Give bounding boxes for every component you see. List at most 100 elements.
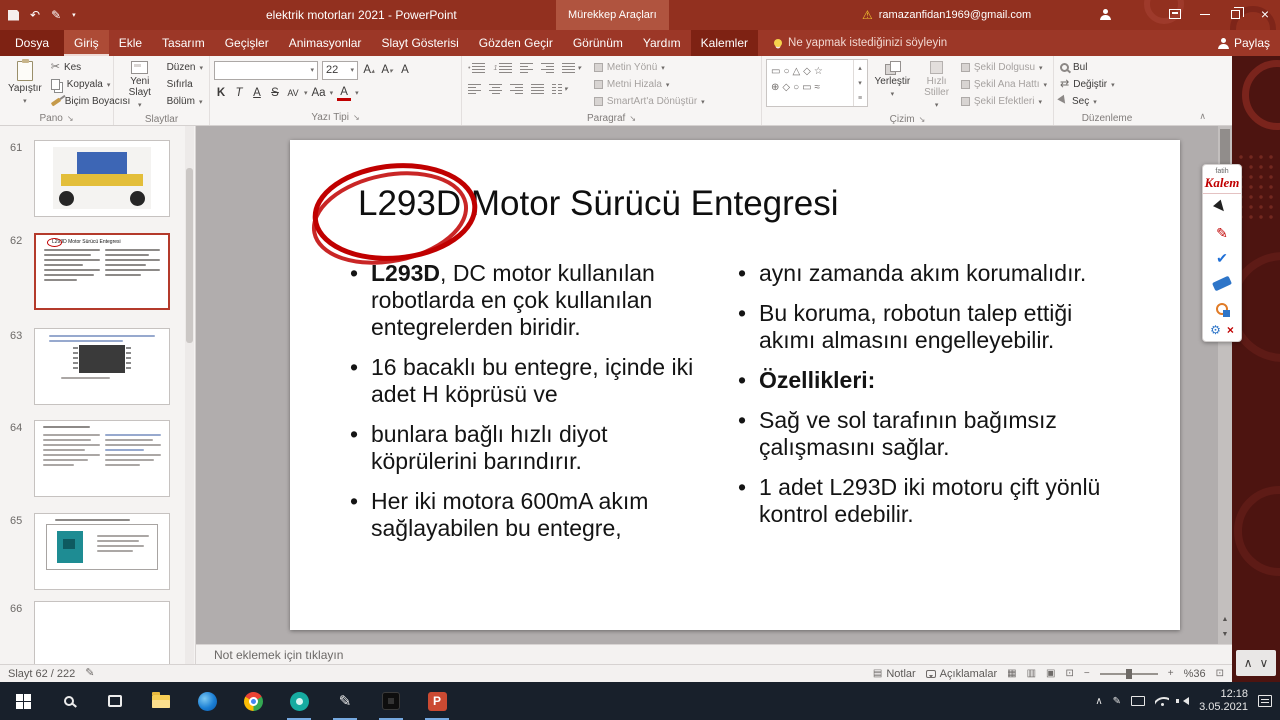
shapes-gallery[interactable]: ▭○△◇☆ ⊕◇○▭≈ ▴ ▾ ≡ <box>766 59 868 107</box>
strikethrough-button[interactable]: S <box>268 87 282 99</box>
restore-button[interactable] <box>1220 0 1250 28</box>
ribbon-display-options-button[interactable] <box>1160 0 1190 28</box>
shrink-font-button[interactable]: A▾ <box>380 64 394 76</box>
collapse-ribbon-icon[interactable]: ∧ <box>1199 111 1206 122</box>
tab-animasyonlar[interactable]: Animasyonlar <box>279 30 372 56</box>
undo-icon[interactable]: ↶ <box>30 9 40 21</box>
convert-smartart-button[interactable]: SmartArt'a Dönüştür ▾ <box>592 93 707 110</box>
action-center-icon[interactable] <box>1258 695 1272 707</box>
tray-expand-icon[interactable]: ∧ <box>1095 696 1102 707</box>
shape-fill-button[interactable]: Şekil Dolgusu ▾ <box>959 59 1049 76</box>
change-case-button[interactable]: Aa <box>312 87 326 99</box>
user-avatar-icon[interactable] <box>1100 9 1111 20</box>
clear-formatting-button[interactable]: A <box>398 64 412 76</box>
touch-keyboard-icon[interactable] <box>1131 696 1146 706</box>
slide-sorter-view-button[interactable]: ▥ <box>1027 668 1036 679</box>
volume-icon[interactable] <box>1176 697 1190 705</box>
network-icon[interactable] <box>1155 696 1170 706</box>
slide-thumbnail-66[interactable] <box>34 601 170 664</box>
tab-giris[interactable]: Giriş <box>64 30 109 56</box>
previous-slide-button[interactable]: ∧ <box>1244 656 1253 670</box>
recorder-app-button[interactable] <box>276 682 322 720</box>
shape-effects-button[interactable]: Şekil Efektleri ▾ <box>959 93 1049 110</box>
columns-button[interactable]: ▾ <box>550 81 570 97</box>
scrollbar-thumb[interactable] <box>186 168 193 343</box>
slide-bullets-left[interactable]: L293D, DC motor kullanılan robotlarda en… <box>346 260 698 555</box>
increase-indent-button[interactable] <box>539 60 556 76</box>
align-text-button[interactable]: Metni Hizala ▾ <box>592 76 707 93</box>
bullets-button[interactable]: • <box>466 60 487 76</box>
eraser-tool-button[interactable] <box>1203 271 1241 296</box>
align-right-button[interactable] <box>508 81 525 97</box>
tray-pen-icon[interactable]: ✎ <box>1113 696 1121 707</box>
notes-area[interactable]: Not eklemek için tıklayın <box>196 644 1232 664</box>
justify-button[interactable] <box>529 81 546 97</box>
slide-thumbnail-64[interactable] <box>34 420 170 497</box>
tab-tasarim[interactable]: Tasarım <box>152 30 215 56</box>
save-icon[interactable] <box>8 9 19 21</box>
find-button[interactable]: Bul <box>1058 59 1117 76</box>
italic-button[interactable]: T <box>232 87 246 99</box>
align-left-button[interactable] <box>466 81 483 97</box>
slide-thumbnail-62-selected[interactable]: L293D Motor Sürücü Entegresi <box>34 233 170 310</box>
arrange-button[interactable]: Yerleştir ▾ <box>871 59 915 102</box>
font-dialog-launcher-icon[interactable]: ↘ <box>353 113 360 122</box>
layout-button[interactable]: Düzen ▾ <box>165 59 205 76</box>
tab-ekle[interactable]: Ekle <box>109 30 152 56</box>
reset-button[interactable]: Sıfırla <box>165 76 205 93</box>
bold-button[interactable]: K <box>214 87 228 99</box>
close-button[interactable]: × <box>1250 0 1280 28</box>
tab-kalemler[interactable]: Kalemler <box>690 30 759 56</box>
fit-to-window-button[interactable]: ⊡ <box>1216 668 1224 679</box>
shape-outline-button[interactable]: Şekil Ana Hattı ▾ <box>959 76 1049 93</box>
pointer-tool-button[interactable] <box>1203 196 1241 221</box>
font-size-select[interactable]: 22 ▾ <box>322 60 358 80</box>
underline-button[interactable]: A <box>250 87 264 99</box>
dark-app-button[interactable] <box>368 682 414 720</box>
quick-styles-button[interactable]: Hızlı Stiller ▾ <box>917 59 956 113</box>
scroll-up-arrow[interactable]: ▲ <box>1218 612 1232 627</box>
tab-yardim[interactable]: Yardım <box>633 30 691 56</box>
check-pen-tool-button[interactable]: ✔ <box>1203 246 1241 271</box>
new-slide-button[interactable]: Yeni Slayt ▾ <box>118 59 162 113</box>
zoom-slider-thumb[interactable] <box>1125 668 1132 679</box>
section-button[interactable]: Bölüm ▾ <box>165 93 205 110</box>
thumbnail-panel-scrollbar[interactable] <box>185 126 194 664</box>
line-spacing-button[interactable]: ▾ <box>560 60 583 76</box>
font-name-select[interactable]: ▾ <box>214 60 318 80</box>
next-slide-button[interactable]: ∨ <box>1260 656 1269 670</box>
slide-thumbnail-61[interactable] <box>34 140 170 217</box>
shapes-gallery-scroll[interactable]: ▴ ▾ ≡ <box>852 60 867 106</box>
shapes-tool-button[interactable] <box>1203 296 1241 321</box>
settings-button[interactable]: ⚙ <box>1210 323 1221 337</box>
character-spacing-button[interactable]: AV <box>286 88 300 98</box>
minimize-button[interactable] <box>1190 0 1220 28</box>
decrease-indent-button[interactable] <box>518 60 535 76</box>
slide-title[interactable]: L293D Motor Sürücü Entegresi <box>358 184 839 224</box>
powerpoint-taskbar-button[interactable] <box>414 682 460 720</box>
zoom-out-button[interactable]: − <box>1084 668 1090 679</box>
tab-gozden-gecir[interactable]: Gözden Geçir <box>469 30 563 56</box>
tab-gecisler[interactable]: Geçişler <box>215 30 279 56</box>
clipboard-dialog-launcher-icon[interactable]: ↘ <box>67 114 74 123</box>
taskbar-clock[interactable]: 12:18 3.05.2021 <box>1199 688 1248 714</box>
slide-thumbnail-63[interactable] <box>34 328 170 405</box>
ink-pen-icon[interactable]: ✎ <box>51 9 61 21</box>
start-button[interactable] <box>0 682 46 720</box>
comments-toggle-button[interactable]: Açıklamalar <box>925 668 997 680</box>
account-info[interactable]: ⚠ ramazanfidan1969@gmail.com <box>862 0 1031 30</box>
zoom-in-button[interactable]: + <box>1168 668 1174 679</box>
stylus-app-button[interactable]: ✎ <box>322 682 368 720</box>
text-direction-button[interactable]: Metin Yönü ▾ <box>592 59 707 76</box>
tab-gorunum[interactable]: Görünüm <box>563 30 633 56</box>
select-button[interactable]: Seç ▾ <box>1057 93 1117 110</box>
slide-bullets-right[interactable]: aynı zamanda akım korumalıdır. Bu koruma… <box>734 260 1126 541</box>
reading-view-button[interactable]: ▣ <box>1046 668 1055 679</box>
ink-status-icon[interactable]: ✎ <box>85 668 94 679</box>
close-ink-toolbar-button[interactable]: × <box>1227 323 1234 337</box>
numbering-button[interactable]: 1 <box>491 60 514 76</box>
slide-thumbnail-65[interactable] <box>34 513 170 590</box>
drawing-dialog-launcher-icon[interactable]: ↘ <box>919 115 926 124</box>
zoom-level[interactable]: %36 <box>1184 668 1206 680</box>
task-view-button[interactable] <box>92 682 138 720</box>
